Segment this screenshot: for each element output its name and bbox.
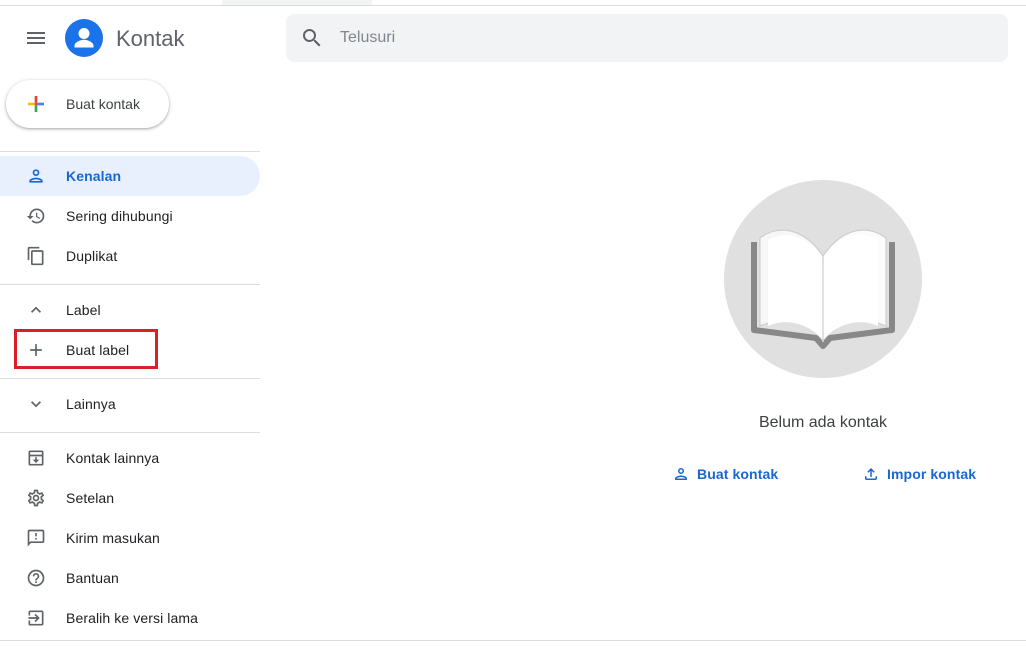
create-contact-button[interactable]: Buat kontak	[6, 80, 169, 128]
empty-state-message: Belum ada kontak	[758, 414, 888, 431]
copy-icon	[24, 244, 48, 268]
sidebar-item-contacts[interactable]: Kenalan	[0, 156, 260, 196]
search-icon[interactable]	[300, 26, 324, 50]
sidebar-item-label: Duplikat	[66, 248, 118, 264]
sidebar-item-label: Setelan	[66, 490, 115, 506]
plus-icon	[24, 338, 48, 362]
hamburger-menu-icon	[27, 32, 45, 44]
main-menu-button[interactable]	[22, 24, 50, 52]
feedback-icon	[24, 526, 48, 550]
colored-plus-icon	[28, 96, 44, 112]
chevron-down-icon	[24, 392, 48, 416]
sidebar-divider	[0, 284, 260, 285]
more-section-toggle[interactable]: Lainnya	[0, 384, 260, 424]
sidebar-item-label: Kirim masukan	[66, 530, 160, 546]
sidebar-divider	[0, 151, 260, 152]
sidebar-divider	[0, 378, 260, 379]
create-label-text: Buat label	[66, 342, 130, 358]
exit-icon	[24, 606, 48, 630]
search-input[interactable]	[340, 26, 940, 50]
chevron-up-icon	[24, 298, 48, 322]
empty-state-illustration	[724, 180, 922, 378]
sidebar-item-legacy[interactable]: Beralih ke versi lama	[0, 598, 260, 638]
sidebar-item-other-contacts[interactable]: Kontak lainnya	[0, 438, 260, 478]
sidebar-item-frequent[interactable]: Sering dihubungi	[0, 196, 260, 236]
sidebar-item-label: Kenalan	[66, 168, 122, 184]
sidebar-item-help[interactable]: Bantuan	[0, 558, 260, 598]
sidebar-item-label: Bantuan	[66, 570, 119, 586]
create-contact-link-label: Buat kontak	[697, 466, 779, 482]
search-bar[interactable]	[286, 14, 1008, 62]
person-icon	[24, 164, 48, 188]
sidebar-item-label: Sering dihubungi	[66, 208, 173, 224]
history-icon	[24, 204, 48, 228]
sidebar-item-duplicates[interactable]: Duplikat	[0, 236, 260, 276]
sidebar-item-settings[interactable]: Setelan	[0, 478, 260, 518]
sidebar-item-label: Kontak lainnya	[66, 450, 160, 466]
sidebar-item-label: Beralih ke versi lama	[66, 610, 199, 626]
sidebar-divider	[0, 432, 260, 433]
archive-download-icon	[24, 446, 48, 470]
create-contact-label: Buat kontak	[66, 96, 140, 112]
label-section-toggle[interactable]: Label	[0, 290, 260, 330]
person-add-icon	[675, 468, 687, 480]
browser-top-edge	[0, 0, 1026, 6]
app-title[interactable]: Kontak	[116, 25, 185, 53]
contacts-logo-icon[interactable]	[65, 19, 103, 57]
help-icon	[24, 566, 48, 590]
upload-icon	[865, 468, 877, 480]
more-section-label: Lainnya	[66, 396, 116, 412]
create-label-button[interactable]: Buat label	[0, 330, 260, 370]
open-book-icon	[751, 229, 895, 349]
import-contacts-link-label: Impor kontak	[887, 466, 977, 482]
label-section-header: Label	[66, 302, 101, 318]
create-contact-link[interactable]: Buat kontak	[672, 462, 778, 486]
bottom-divider	[0, 640, 1026, 641]
import-contacts-link[interactable]: Impor kontak	[862, 462, 976, 486]
tab-hint	[222, 0, 372, 5]
gear-icon	[24, 486, 48, 510]
sidebar-item-feedback[interactable]: Kirim masukan	[0, 518, 260, 558]
